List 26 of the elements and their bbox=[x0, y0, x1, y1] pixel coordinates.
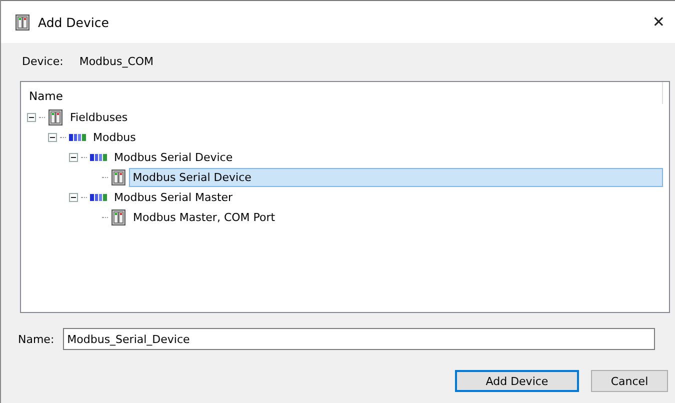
device-value: Modbus_COM bbox=[79, 55, 154, 68]
window-title: Add Device bbox=[38, 14, 110, 30]
close-button[interactable]: ✕ bbox=[652, 13, 665, 31]
tree-item[interactable]: Modbus Serial Master bbox=[110, 188, 237, 206]
collapse-icon[interactable] bbox=[48, 132, 57, 142]
collapse-icon[interactable] bbox=[69, 152, 78, 162]
bus-module-icon bbox=[90, 154, 107, 160]
device-icon bbox=[15, 14, 30, 30]
tree-item[interactable]: Modbus bbox=[89, 128, 140, 146]
tree-item[interactable]: Modbus Master, COM Port bbox=[129, 208, 280, 226]
device-icon bbox=[111, 208, 126, 226]
column-header: Name bbox=[29, 89, 64, 103]
collapse-icon[interactable] bbox=[27, 112, 36, 122]
cancel-button[interactable]: Cancel bbox=[591, 370, 668, 392]
bus-module-icon bbox=[90, 194, 107, 200]
tree-item[interactable]: Modbus Serial Device bbox=[128, 168, 663, 186]
device-icon bbox=[110, 168, 126, 186]
name-label: Name: bbox=[18, 332, 54, 346]
device-label: Device: bbox=[22, 55, 64, 68]
tree-item[interactable]: Fieldbuses bbox=[66, 108, 132, 126]
tree-item[interactable]: Modbus Serial Device bbox=[110, 148, 237, 166]
add-device-button[interactable]: Add Device bbox=[455, 370, 579, 392]
bus-module-icon bbox=[69, 134, 86, 140]
device-icon bbox=[48, 108, 63, 126]
collapse-icon[interactable] bbox=[69, 192, 78, 202]
name-input[interactable]: Modbus_Serial_Device bbox=[63, 328, 656, 350]
